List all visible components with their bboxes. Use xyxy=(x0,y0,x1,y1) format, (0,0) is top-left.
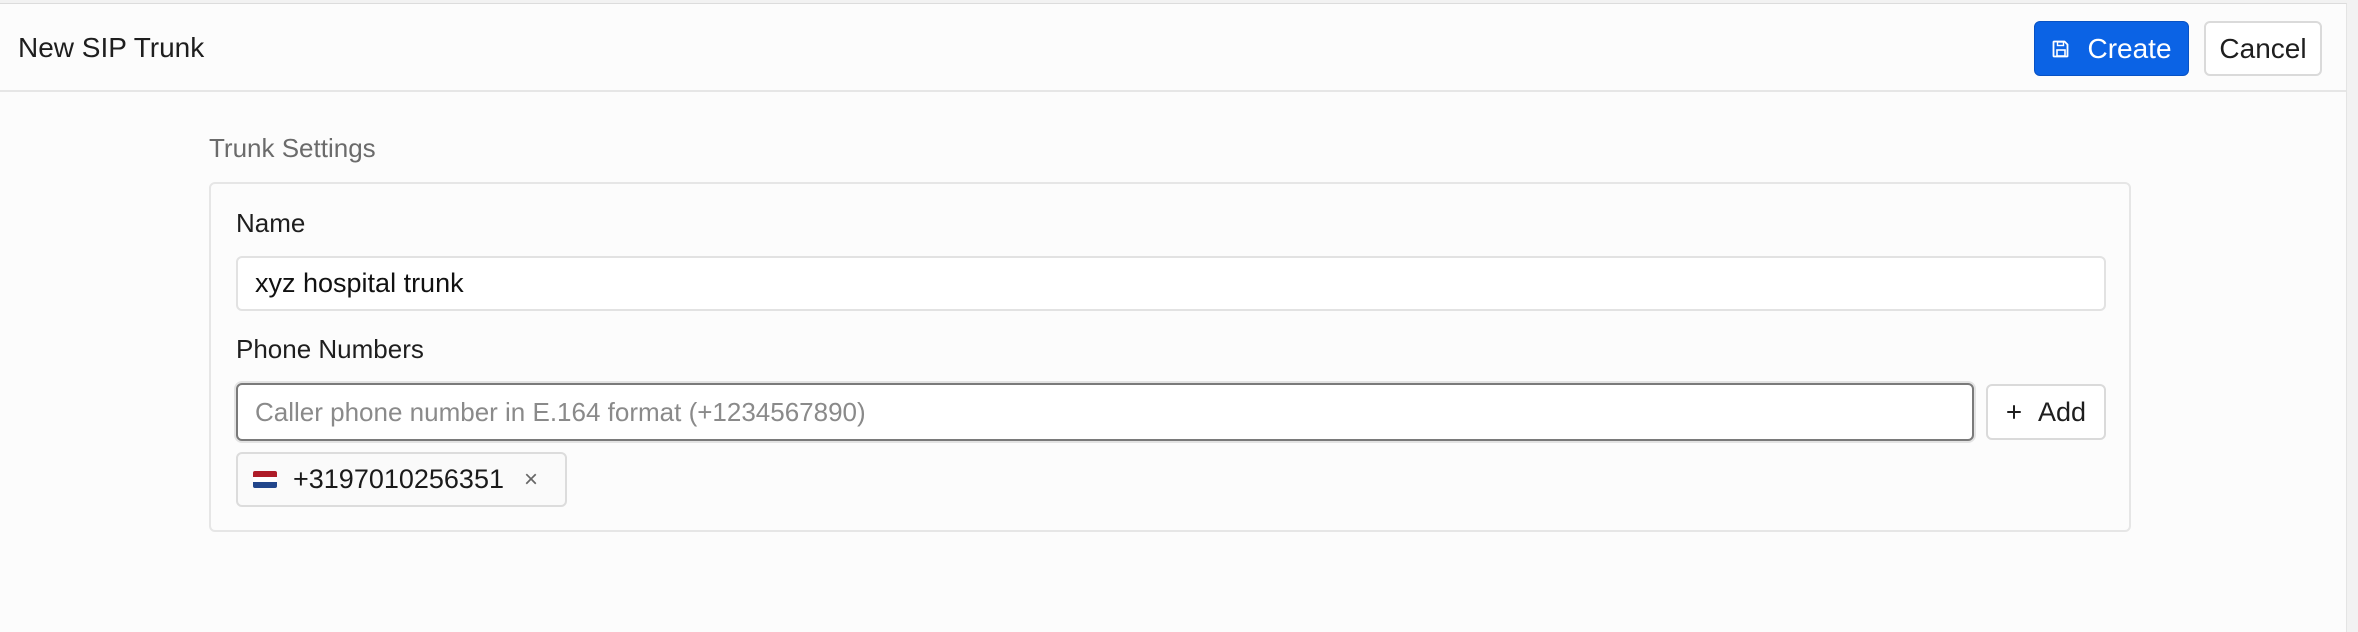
phone-number-value: +3197010256351 xyxy=(293,464,504,494)
page-header: New SIP Trunk Create Cancel xyxy=(0,4,2346,92)
phone-number-chip: +3197010256351 × xyxy=(236,452,567,507)
section-title: Trunk Settings xyxy=(209,133,376,163)
create-button[interactable]: Create xyxy=(2034,21,2189,76)
trunk-settings-card: Name xyz hospital trunk Phone Numbers Ad… xyxy=(209,182,2131,532)
add-button-label: Add xyxy=(2037,396,2087,427)
name-label: Name xyxy=(236,208,306,238)
phone-numbers-label: Phone Numbers xyxy=(236,334,424,364)
new-sip-trunk-window: New SIP Trunk Create Cancel Trunk Settin… xyxy=(0,3,2347,632)
cancel-button-label: Cancel xyxy=(2219,32,2307,64)
remove-number-icon[interactable]: × xyxy=(524,467,538,492)
add-phone-button[interactable]: Add xyxy=(1986,384,2106,440)
save-icon xyxy=(2053,40,2069,57)
netherlands-flag-icon xyxy=(253,471,277,488)
create-button-label: Create xyxy=(2087,32,2172,64)
plus-icon xyxy=(2006,405,2021,419)
cancel-button[interactable]: Cancel xyxy=(2204,21,2322,76)
name-field[interactable]: xyz hospital trunk xyxy=(236,256,2106,311)
page-title: New SIP Trunk xyxy=(18,32,205,63)
phone-number-input[interactable] xyxy=(236,383,1974,441)
